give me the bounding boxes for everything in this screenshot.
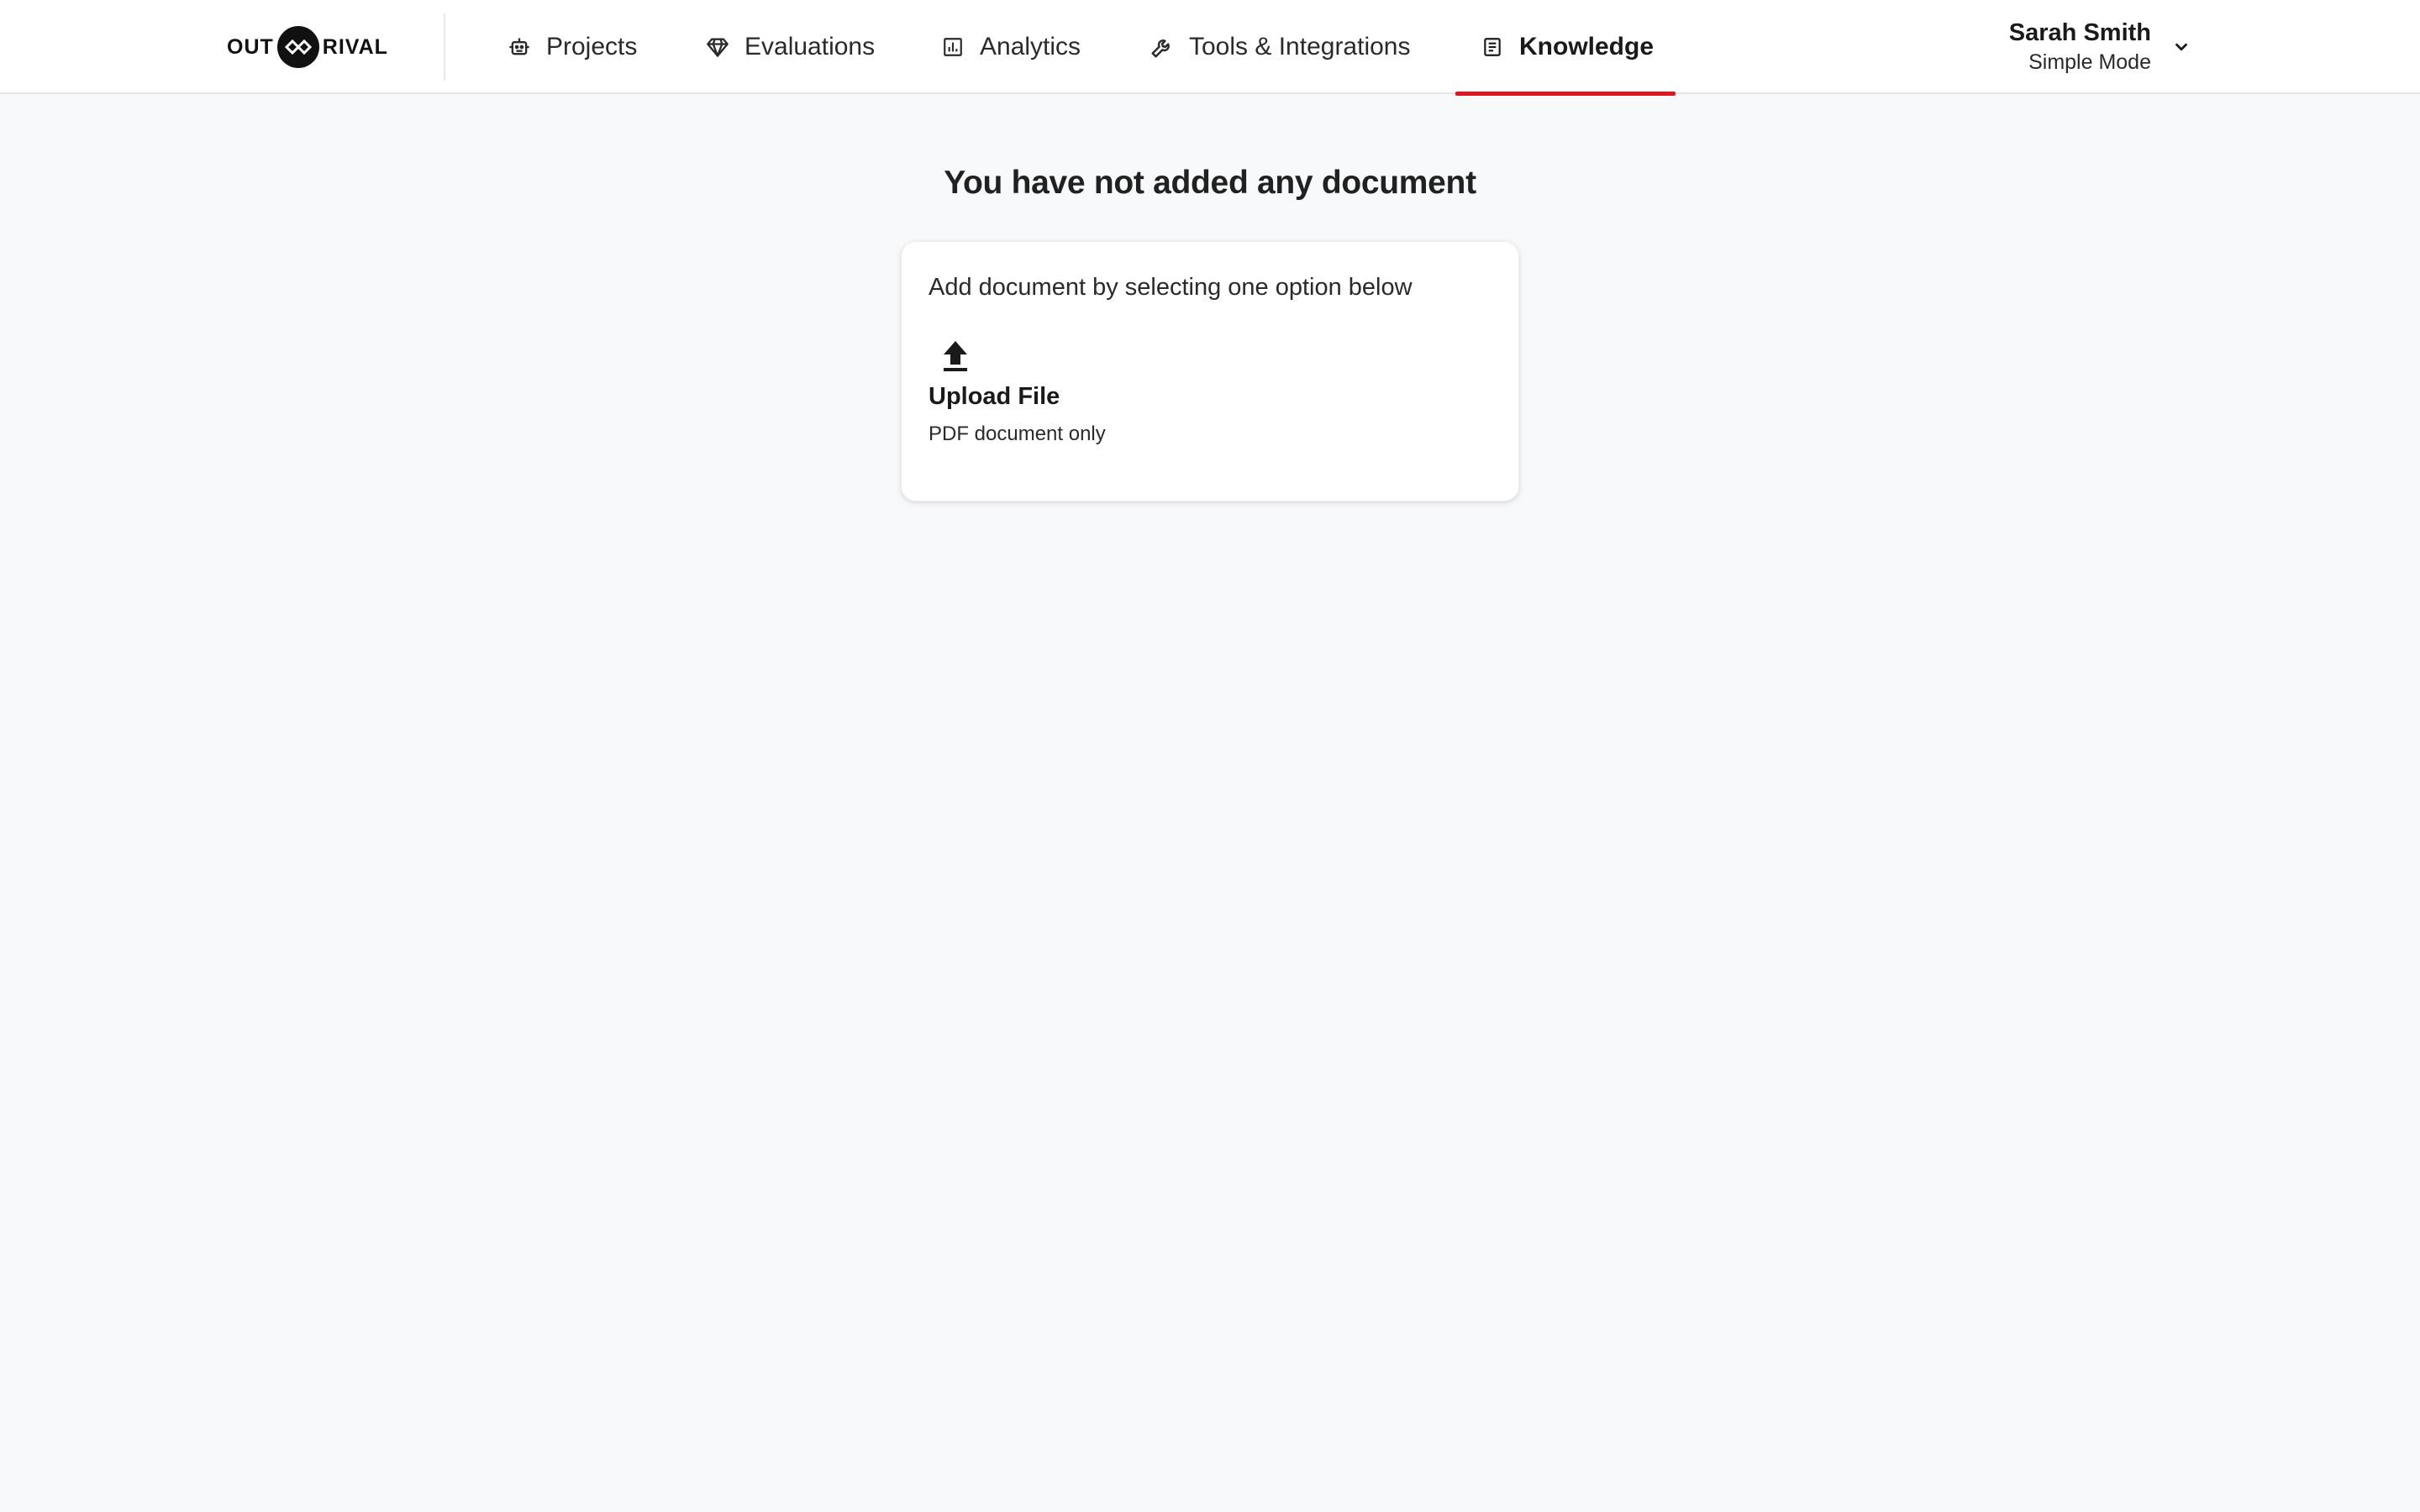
upload-file-title: Upload File <box>929 383 1060 410</box>
nav-evaluations[interactable]: Evaluations <box>704 0 875 94</box>
nav-label: Evaluations <box>744 33 876 60</box>
upload-file-option[interactable]: Upload File PDF document only <box>929 336 1181 479</box>
nav-knowledge[interactable]: Knowledge <box>1455 0 1676 96</box>
wrench-icon <box>1149 34 1176 60</box>
user-name: Sarah Smith <box>2008 19 2151 46</box>
nav-label: Tools & Integrations <box>1189 33 1411 60</box>
header-divider <box>444 13 445 81</box>
user-mode: Simple Mode <box>2028 50 2151 74</box>
chevron-down-icon[interactable] <box>2171 37 2191 57</box>
nav-label: Analytics <box>980 33 1081 60</box>
nav-analytics[interactable]: Analytics <box>939 0 1081 94</box>
nav-tools-integrations[interactable]: Tools & Integrations <box>1149 0 1410 94</box>
document-icon <box>1479 34 1506 60</box>
logo-text-left: OUT <box>227 34 274 59</box>
nav-projects[interactable]: Projects <box>506 0 637 94</box>
add-document-card: Add document by selecting one option bel… <box>901 241 1519 501</box>
outrival-logo[interactable]: OUT RIVAL <box>227 25 388 69</box>
upload-file-description: PDF document only <box>929 423 1106 445</box>
chart-icon <box>939 34 966 60</box>
upload-icon <box>937 336 974 376</box>
empty-state-title: You have not added any document <box>944 165 1476 201</box>
nav-label: Knowledge <box>1519 33 1655 60</box>
logo-text-right: RIVAL <box>322 34 388 59</box>
card-subtitle: Add document by selecting one option bel… <box>929 274 1413 301</box>
logo-mark-icon <box>276 26 319 68</box>
top-navigation-bar: OUT RIVAL Projects Evaluations Analytics… <box>0 0 2420 96</box>
robot-icon <box>506 34 533 60</box>
user-menu[interactable]: Sarah Smith Simple Mode <box>2009 15 2191 79</box>
user-info: Sarah Smith Simple Mode <box>2009 18 2151 76</box>
diamond-icon <box>704 34 731 60</box>
nav-label: Projects <box>546 33 638 60</box>
